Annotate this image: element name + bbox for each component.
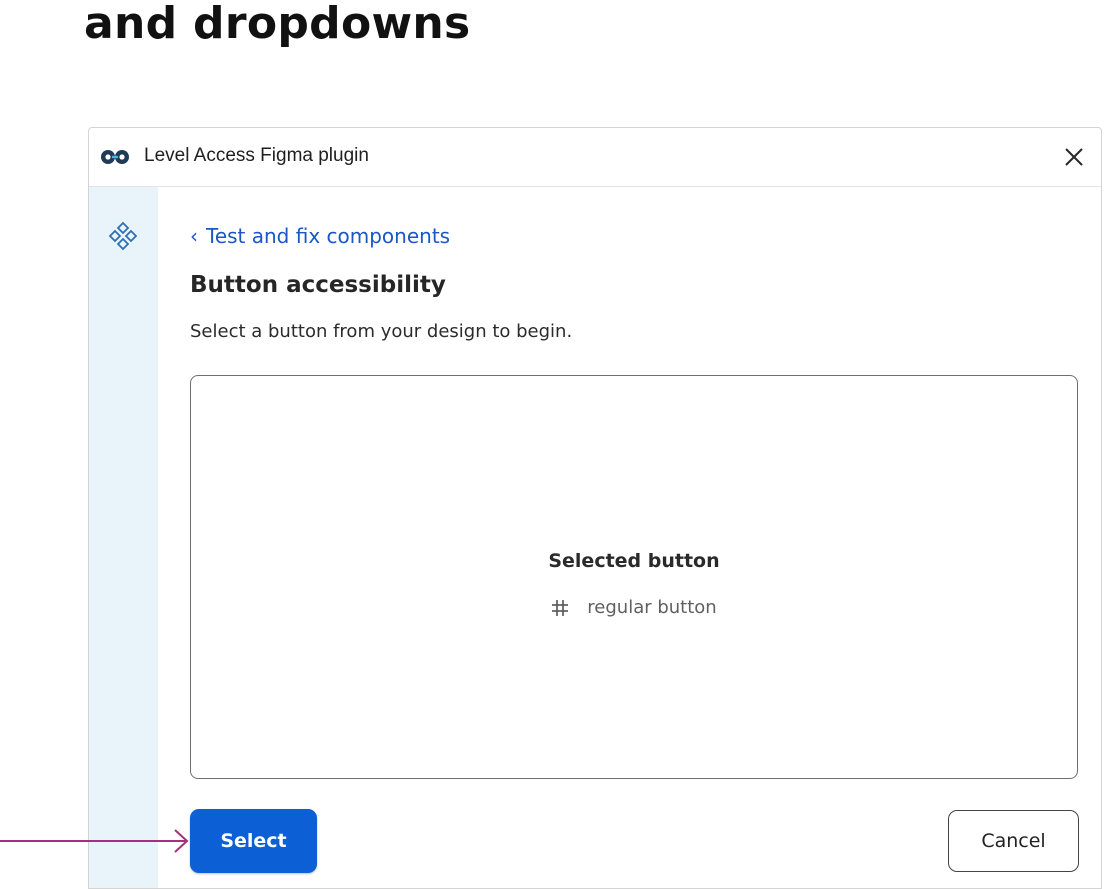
main-content: ‹ Test and fix components Button accessi… xyxy=(190,187,1079,888)
instructions-text: Select a button from your design to begi… xyxy=(190,321,573,342)
slide-title: and dropdowns xyxy=(84,0,471,49)
close-icon[interactable] xyxy=(1059,142,1089,172)
level-access-logo-icon xyxy=(101,150,129,164)
chevron-left-icon: ‹ xyxy=(190,224,198,248)
selected-item-label: regular button xyxy=(587,597,717,618)
annotation-arrow-icon xyxy=(0,829,189,853)
components-icon[interactable] xyxy=(107,220,139,252)
side-rail xyxy=(89,187,158,888)
selected-item: regular button xyxy=(191,597,1077,618)
plugin-title: Level Access Figma plugin xyxy=(144,145,369,166)
page-heading: Button accessibility xyxy=(190,272,446,298)
frame-icon xyxy=(552,599,569,616)
select-button[interactable]: Select xyxy=(190,809,317,873)
cancel-button[interactable]: Cancel xyxy=(948,810,1079,872)
back-link[interactable]: ‹ Test and fix components xyxy=(190,224,450,248)
back-link-label: Test and fix components xyxy=(206,224,451,248)
plugin-titlebar: Level Access Figma plugin xyxy=(89,128,1101,187)
plugin-window: Level Access Figma plugin ‹ Test and fix… xyxy=(88,127,1102,889)
selection-preview: Selected button regular button xyxy=(190,375,1078,779)
selection-title: Selected button xyxy=(548,550,720,572)
